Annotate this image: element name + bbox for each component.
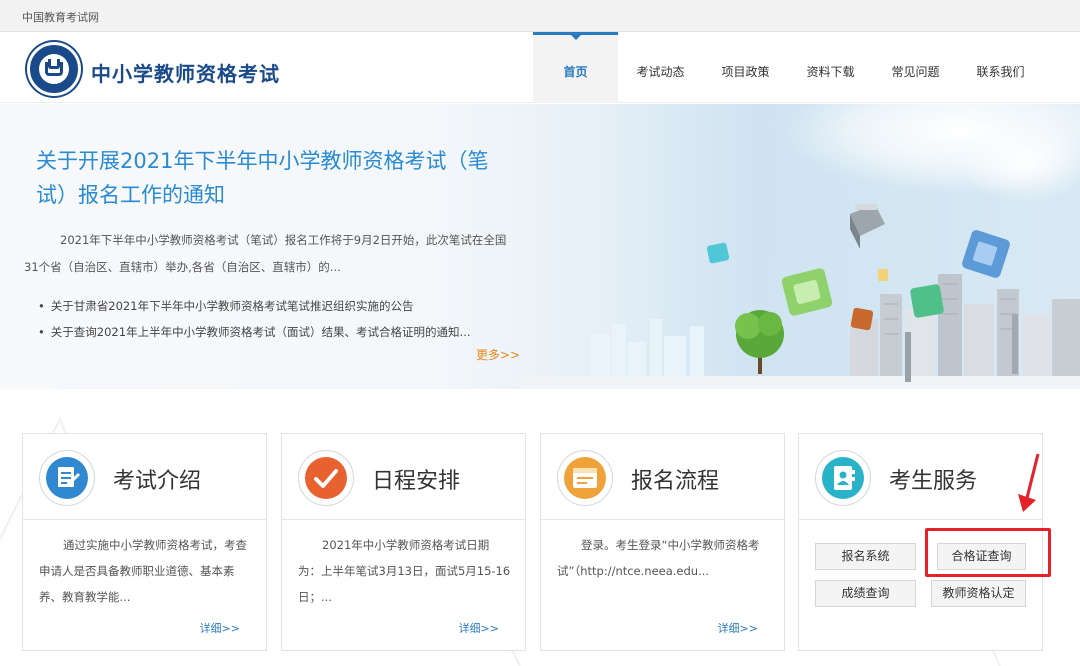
detail-link[interactable]: 详细>> [459, 620, 499, 636]
card-title[interactable]: 报名流程 [631, 463, 719, 495]
site-name-link[interactable]: 中国教育考试网 [22, 9, 99, 25]
more-link[interactable]: 更多>> [476, 346, 520, 363]
detail-link[interactable]: 详细>> [718, 620, 758, 636]
header: 中小学教师资格考试 首页 考试动态 项目政策 资料下载 常见问题 联系我们 [0, 32, 1080, 103]
nav-faq[interactable]: 常见问题 [873, 32, 958, 103]
nav-home[interactable]: 首页 [533, 32, 618, 103]
card-description: 通过实施中小学教师资格考试，考查申请人是否具备教师职业道德、基本素养、教育教学能… [39, 538, 247, 604]
score-query-button[interactable]: 成绩查询 [815, 580, 916, 607]
teacher-qualification-button[interactable]: 教师资格认定 [931, 580, 1026, 607]
top-bar: 中国教育考试网 [0, 0, 1080, 32]
detail-link[interactable]: 详细>> [200, 620, 240, 636]
browser-window-icon [557, 450, 613, 506]
card-title[interactable]: 日程安排 [372, 463, 460, 495]
registration-system-button[interactable]: 报名系统 [815, 543, 916, 570]
card-schedule: 日程安排 2021年中小学教师资格考试日期为：上半年笔试3月13日，面试5月15… [281, 433, 526, 651]
nav-policy[interactable]: 项目政策 [703, 32, 788, 103]
card-registration-process: 报名流程 登录。考生登录“中小学教师资格考试”（http://ntce.neea… [540, 433, 785, 651]
banner-title[interactable]: 关于开展2021年下半年中小学教师资格考试（笔试）报名工作的通知 [36, 144, 506, 212]
red-arrow-icon [1018, 453, 1040, 512]
nav-downloads[interactable]: 资料下载 [788, 32, 873, 103]
card-exam-intro: 考试介绍 通过实施中小学教师资格考试，考查申请人是否具备教师职业道德、基本素养、… [22, 433, 267, 651]
nav-contact[interactable]: 联系我们 [958, 32, 1043, 103]
site-title[interactable]: 中小学教师资格考试 [91, 58, 280, 87]
checkmark-icon [298, 450, 354, 506]
banner-news-list: 关于甘肃省2021年下半年中小学教师资格考试笔试推迟组织实施的公告 关于查询20… [38, 293, 471, 345]
banner: 关于开展2021年下半年中小学教师资格考试（笔试）报名工作的通知 2021年下半… [0, 104, 1080, 389]
banner-news-item[interactable]: 关于查询2021年上半年中小学教师资格考试（面试）结果、考试合格证明的通知... [38, 319, 471, 345]
logo-icon[interactable] [27, 42, 81, 96]
banner-summary: 2021年下半年中小学教师资格考试（笔试）报名工作将于9月2日开始，此次笔试在全… [24, 233, 507, 274]
banner-news-item[interactable]: 关于甘肃省2021年下半年中小学教师资格考试笔试推迟组织实施的公告 [38, 293, 471, 319]
card-title[interactable]: 考试介绍 [113, 463, 201, 495]
highlight-box [925, 528, 1051, 577]
document-edit-icon [39, 450, 95, 506]
address-book-icon [815, 450, 871, 506]
nav-exam-news[interactable]: 考试动态 [618, 32, 703, 103]
card-description: 2021年中小学教师资格考试日期为：上半年笔试3月13日，面试5月15-16日；… [298, 538, 511, 604]
main-nav: 首页 考试动态 项目政策 资料下载 常见问题 联系我们 [533, 32, 1043, 103]
card-title[interactable]: 考生服务 [889, 463, 977, 495]
card-description: 登录。考生登录“中小学教师资格考试”（http://ntce.neea.edu.… [557, 538, 760, 578]
